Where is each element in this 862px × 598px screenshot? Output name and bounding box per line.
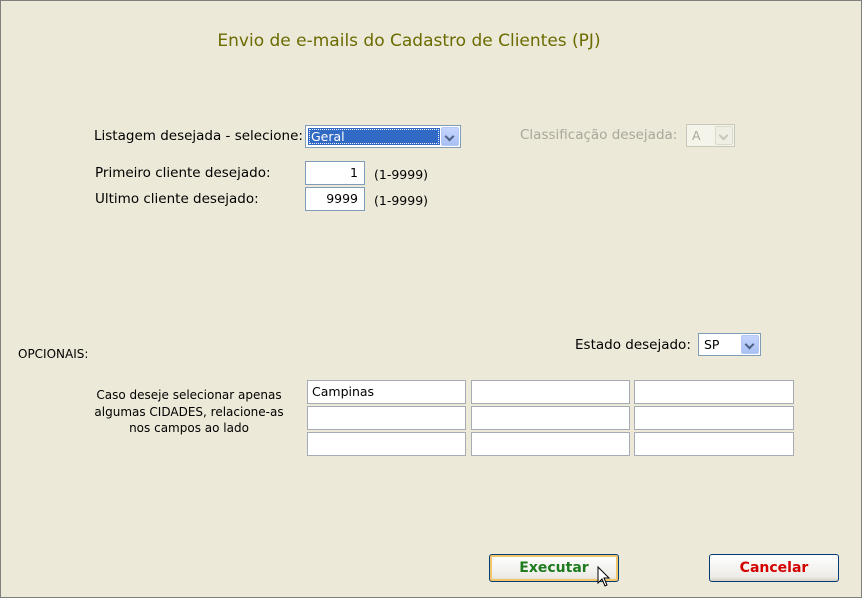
chevron-down-icon [715, 126, 733, 145]
ultimo-cliente-input[interactable]: 9999 [305, 187, 365, 211]
classificacao-selected-value: A [692, 128, 701, 143]
cidades-note: Caso deseje selecionar apenas algumas CI… [94, 388, 284, 435]
cidade-input-8[interactable] [471, 432, 630, 456]
cidade-input-4[interactable] [307, 406, 466, 430]
chevron-down-icon[interactable] [741, 335, 759, 354]
chevron-down-icon[interactable] [441, 127, 459, 146]
estado-label: Estado desejado: [575, 337, 691, 353]
cancelar-button[interactable]: Cancelar [709, 554, 839, 582]
listagem-select[interactable]: Geral [305, 125, 461, 148]
cidade-input-1[interactable]: Campinas [307, 380, 466, 404]
listagem-label: Listagem desejada - selecione: [94, 128, 303, 144]
mouse-pointer-icon [597, 566, 611, 587]
primeiro-label: Primeiro cliente desejado: [95, 165, 271, 181]
cidade-input-9[interactable] [634, 432, 794, 456]
primeiro-cliente-input[interactable]: 1 [305, 161, 365, 185]
estado-selected-value: SP [704, 337, 720, 352]
listagem-selected-value: Geral [308, 128, 440, 145]
cidade-input-5[interactable] [471, 406, 630, 430]
opcionais-label: OPCIONAIS: [18, 347, 89, 361]
classificacao-select: A [686, 124, 735, 147]
cidade-input-2[interactable] [471, 380, 630, 404]
estado-select[interactable]: SP [698, 333, 761, 356]
cidade-input-6[interactable] [634, 406, 794, 430]
window-frame: Envio de e-mails do Cadastro de Clientes… [0, 0, 862, 598]
ultimo-range-hint: (1-9999) [374, 193, 429, 208]
primeiro-range-hint: (1-9999) [374, 167, 429, 182]
ultimo-label: Ultimo cliente desejado: [95, 191, 259, 207]
classificacao-label: Classificação desejada: [520, 127, 678, 143]
cidade-input-3[interactable] [634, 380, 794, 404]
cidade-input-7[interactable] [307, 432, 466, 456]
page-title: Envio de e-mails do Cadastro de Clientes… [217, 31, 601, 51]
